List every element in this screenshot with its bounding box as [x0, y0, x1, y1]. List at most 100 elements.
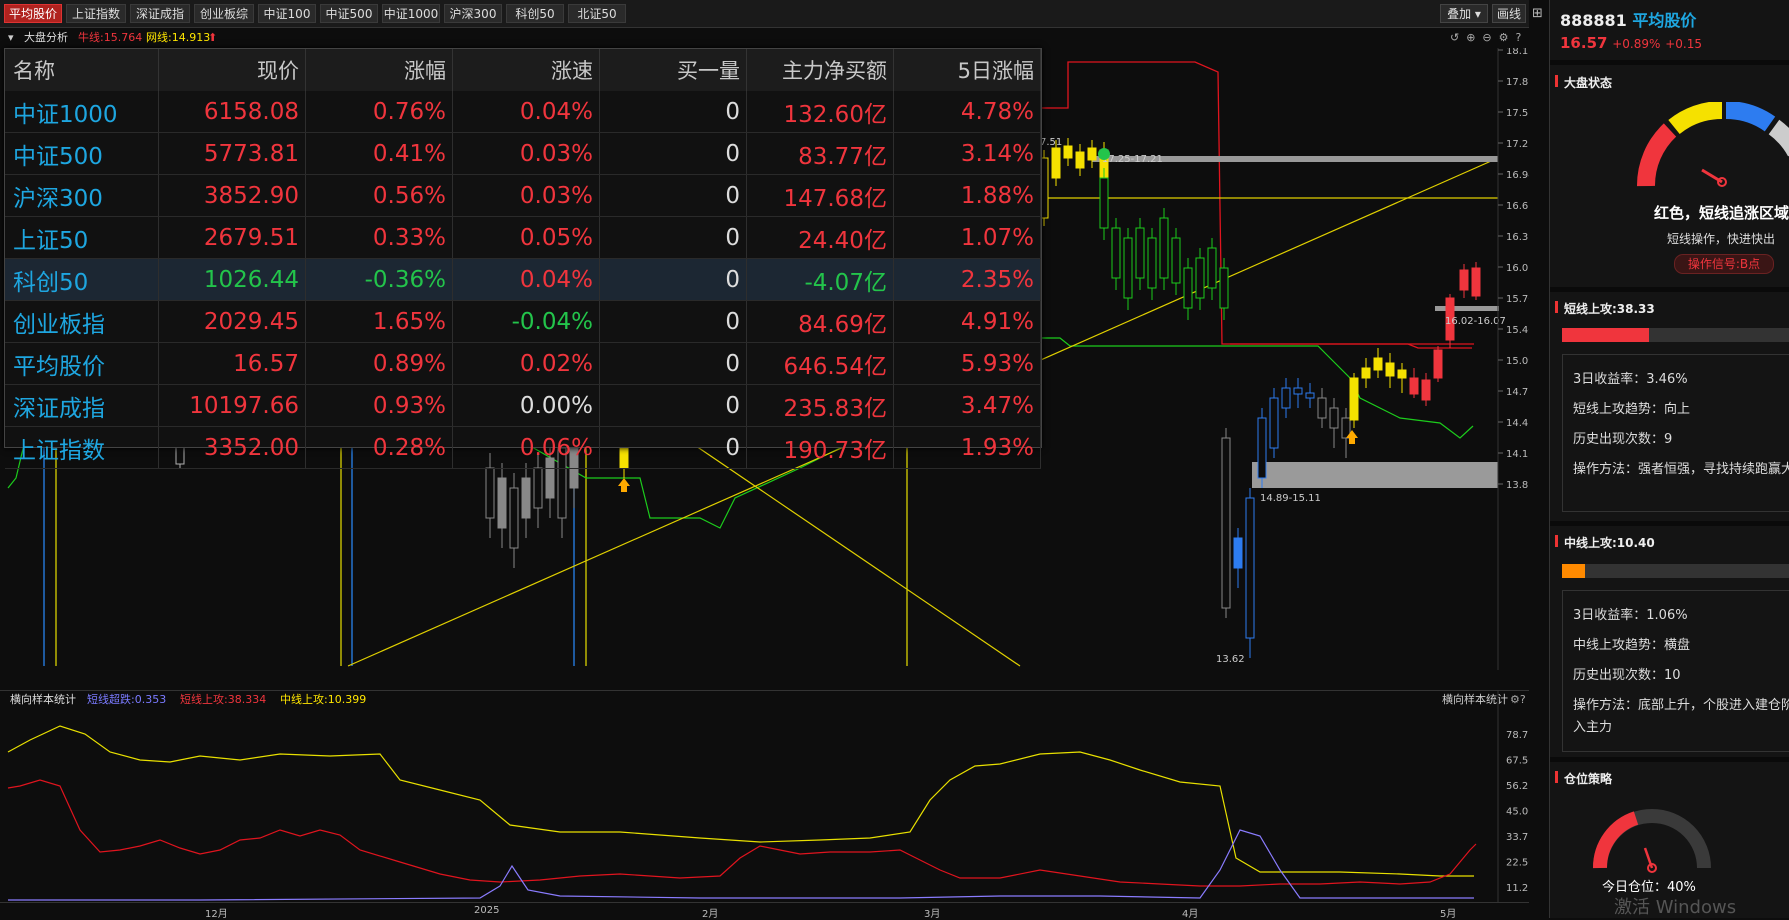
- table-row[interactable]: 平均股价 16.57 0.89% 0.02% 0 646.54亿 5.93%: [5, 342, 1042, 385]
- label-zone-top: 17.25-17.21: [1102, 154, 1163, 165]
- candle: [1361, 367, 1371, 379]
- five-day-cell: 1.93%: [893, 426, 1042, 469]
- table-row[interactable]: 科创50 1026.44 -0.36% 0.04% 0 -4.07亿 2.35%: [5, 258, 1042, 301]
- five-day-cell: 4.78%: [893, 91, 1042, 133]
- change-cell: -0.36%: [305, 258, 453, 301]
- net-buy-cell: 132.60亿: [746, 91, 894, 133]
- price-cell: 2029.45: [158, 300, 307, 343]
- tab-chinext-composite[interactable]: 创业板综: [194, 4, 254, 23]
- tab-bse50[interactable]: 北证50: [568, 4, 626, 23]
- lower-y-tick-label: 45.00: [1506, 807, 1529, 818]
- speed-cell: 0.00%: [452, 384, 600, 427]
- overlay-label: 叠加: [1447, 7, 1472, 21]
- tab-shanghai-composite[interactable]: 上证指数: [66, 4, 126, 23]
- candle: [1195, 257, 1205, 299]
- tab-csi100[interactable]: 中证100: [258, 4, 316, 23]
- state-subtext: 短线操作，快进快出: [1667, 232, 1776, 246]
- col-speed[interactable]: 涨速: [452, 49, 600, 91]
- candle: [1281, 387, 1291, 409]
- y-tick-label: 15.40: [1506, 325, 1529, 336]
- col-bid-volume[interactable]: 买一量: [599, 49, 747, 91]
- quote-line: 16.57 +0.89% +0.15: [1560, 34, 1702, 52]
- table-row[interactable]: 上证50 2679.51 0.33% 0.05% 0 24.40亿 1.07%: [5, 216, 1042, 259]
- y-tick-label: 15.70: [1506, 294, 1529, 305]
- col-five-day[interactable]: 5日涨幅: [893, 49, 1042, 91]
- draw-line-button[interactable]: 画线: [1492, 4, 1526, 23]
- candle: [1317, 397, 1327, 419]
- price-cell: 5773.81: [158, 132, 307, 175]
- y-tick-label: 15.09: [1506, 356, 1529, 367]
- change-cell: 0.89%: [305, 342, 453, 385]
- candle: [1349, 377, 1359, 421]
- speed-cell: 0.04%: [452, 258, 600, 301]
- candle: [1111, 227, 1121, 279]
- tab-csi1000[interactable]: 中证1000: [382, 4, 440, 23]
- y-tick-label: 16.32: [1506, 232, 1529, 243]
- grid-layout-icon[interactable]: ⊞: [1532, 6, 1543, 21]
- lower-y-axis: 78.75 67.50 56.25 45.00 33.75 22.50 11.25: [1506, 730, 1529, 894]
- table-row[interactable]: 深证成指 10197.66 0.93% 0.00% 0 235.83亿 3.47%: [5, 384, 1042, 427]
- table-row[interactable]: 创业板指 2029.45 1.65% -0.04% 0 84.69亿 4.91%: [5, 300, 1042, 343]
- candle: [509, 487, 519, 549]
- table-row[interactable]: 中证1000 6158.08 0.76% 0.04% 0 132.60亿 4.78%: [5, 91, 1042, 133]
- name-cell: 上证50: [5, 216, 160, 259]
- table-row[interactable]: 沪深300 3852.90 0.56% 0.03% 0 147.68亿 1.88%: [5, 174, 1042, 217]
- col-name[interactable]: 名称: [5, 49, 160, 91]
- speed-cell: 0.05%: [452, 216, 600, 259]
- col-price[interactable]: 现价: [158, 49, 307, 91]
- name-cell: 科创50: [5, 258, 160, 301]
- col-net-buy[interactable]: 主力净买额: [746, 49, 894, 91]
- market-state-gauge-icon: [1636, 102, 1789, 187]
- col-change[interactable]: 涨幅: [305, 49, 453, 91]
- candle: [1409, 377, 1419, 395]
- signal-badge[interactable]: 操作信号:B点: [1674, 254, 1774, 274]
- label-zone-lower: 14.89-15.11: [1260, 493, 1321, 504]
- collapse-circle-icon[interactable]: ▾: [8, 28, 14, 48]
- name-cell: 中证500: [5, 132, 160, 175]
- tab-csi300[interactable]: 沪深300: [444, 4, 502, 23]
- candle: [1099, 177, 1109, 229]
- quote-price: 16.57: [1560, 34, 1608, 52]
- change-cell: 0.28%: [305, 426, 453, 469]
- index-name: 平均股价: [1632, 11, 1697, 30]
- speed-cell: 0.06%: [452, 426, 600, 469]
- lower-y-tick-label: 78.75: [1506, 730, 1529, 741]
- position-gauge-icon: [1592, 809, 1711, 873]
- net-buy-cell: 646.54亿: [746, 342, 894, 385]
- net-buy-cell: 83.77亿: [746, 132, 894, 175]
- overlay-button[interactable]: 叠加 ▾: [1440, 4, 1488, 23]
- name-cell: 创业板指: [5, 300, 160, 343]
- chart-controls-icons[interactable]: ↺⊕⊖⚙?: [1450, 28, 1528, 48]
- name-cell: 深证成指: [5, 384, 160, 427]
- candle: [1471, 267, 1481, 297]
- candle: [1219, 267, 1229, 309]
- tab-average-price[interactable]: 平均股价: [4, 4, 62, 23]
- five-day-cell: 5.93%: [893, 342, 1042, 385]
- mid-attack-line: [7, 725, 1474, 877]
- speed-cell: 0.03%: [452, 132, 600, 175]
- y-tick-label: 14.16: [1506, 449, 1529, 460]
- table-row[interactable]: 中证500 5773.81 0.41% 0.03% 0 83.77亿 3.14%: [5, 132, 1042, 175]
- chart-subheader: ▾ 大盘分析 牛线:15.764 网线:14.913 ⬆ ↺⊕⊖⚙?: [0, 28, 1529, 48]
- signal-badge-icon: [1098, 148, 1110, 160]
- name-cell: 上证指数: [5, 426, 160, 469]
- tab-star50[interactable]: 科创50: [506, 4, 564, 23]
- speed-cell: 0.03%: [452, 174, 600, 217]
- short-line-3: 历史出现次数：9: [1573, 432, 1673, 447]
- candle: [1329, 407, 1339, 429]
- change-cell: 0.33%: [305, 216, 453, 259]
- price-cell: 2679.51: [158, 216, 307, 259]
- y-tick-label: 16.01: [1506, 263, 1529, 274]
- tab-csi500[interactable]: 中证500: [320, 4, 378, 23]
- arrow-up-icon: ⬆: [208, 31, 218, 44]
- table-row[interactable]: 上证指数 3352.00 0.28% 0.06% 0 190.73亿 1.93%: [5, 426, 1042, 469]
- buy-signal-icon: [618, 478, 630, 492]
- lower-y-tick-label: 11.25: [1506, 883, 1529, 894]
- net-buy-cell: 147.68亿: [746, 174, 894, 217]
- quote-header: 888881 平均股价: [1560, 7, 1696, 31]
- candle: [1221, 437, 1231, 609]
- tab-shenzhen-component[interactable]: 深证成指: [130, 4, 190, 23]
- net-buy-cell: -4.07亿: [746, 258, 894, 301]
- index-code: 888881: [1560, 11, 1627, 30]
- label-zone-right: 16.02-16.07: [1445, 316, 1506, 327]
